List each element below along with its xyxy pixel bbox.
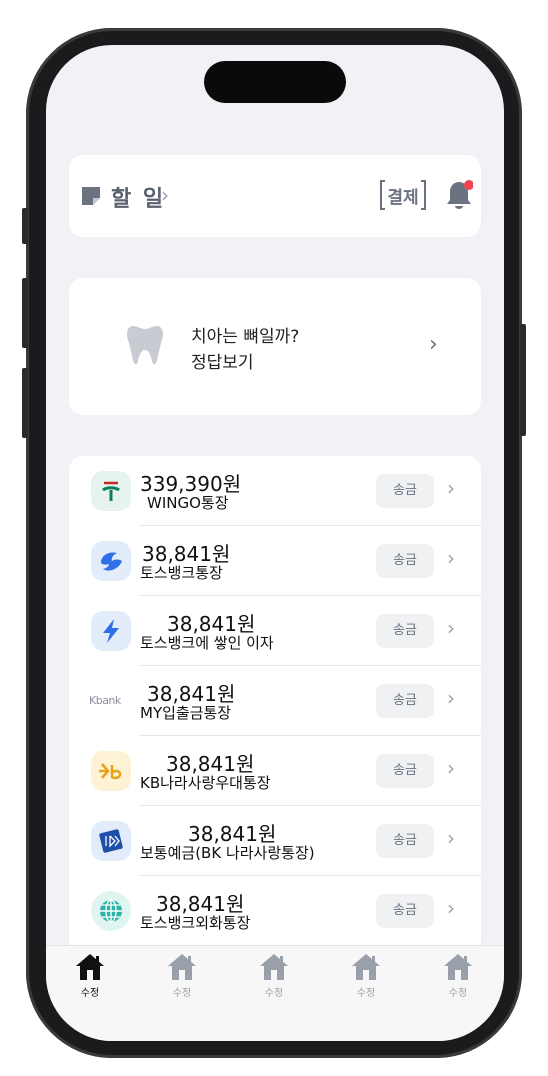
tab-label: 수정 (448, 988, 468, 999)
lightning-icon (91, 611, 131, 651)
tab-label: 수정 (80, 988, 100, 999)
toss-bank-logo-icon (91, 541, 131, 581)
home-icon (352, 954, 380, 980)
tab-home-5[interactable]: 수정 (428, 952, 488, 999)
chevron-right-icon: › (447, 616, 455, 640)
send-button[interactable]: 송금 (376, 474, 434, 508)
chevron-right-icon: › (447, 686, 455, 710)
send-button[interactable]: 송금 (376, 544, 434, 578)
account-name: WINGO통장 (147, 494, 229, 512)
kbank-logo-icon: Kbank (89, 694, 121, 707)
phone-screen: 할 일 › 결제 치아는 뼈일까? 정답보기 › 339,390원 WINGO통… (46, 45, 504, 1041)
chevron-right-icon: › (447, 756, 455, 780)
todo-link[interactable]: 할 일 › (69, 155, 189, 237)
home-icon (444, 954, 472, 980)
tab-home-1[interactable]: 수정 (60, 952, 120, 999)
tab-home-2[interactable]: 수정 (152, 952, 212, 999)
header-card: 할 일 › 결제 (69, 155, 481, 237)
account-row[interactable]: 38,841원 토스뱅크외화통장 송금 › (69, 876, 481, 946)
tab-label: 수정 (172, 988, 192, 999)
account-name: 보통예금(BK 나라사랑통장) (140, 844, 315, 862)
note-icon (82, 187, 100, 205)
account-row[interactable]: 38,841원 보통예금(BK 나라사랑통장) 송금 › (69, 806, 481, 876)
home-icon (168, 954, 196, 980)
tooth-icon (127, 326, 163, 365)
side-button-volume-up (22, 278, 28, 348)
chevron-right-icon: › (447, 546, 455, 570)
send-button[interactable]: 송금 (376, 754, 434, 788)
home-icon (260, 954, 288, 980)
globe-icon (91, 891, 131, 931)
wingo-logo-icon (91, 471, 131, 511)
home-icon (76, 954, 104, 980)
pay-label: 결제 (387, 188, 419, 208)
tab-label: 수정 (356, 988, 376, 999)
kb-logo-icon (91, 751, 131, 791)
tab-bar: 수정 수정 수정 수정 수정 (46, 945, 504, 1041)
send-button[interactable]: 송금 (376, 894, 434, 928)
ibk-logo-icon (91, 821, 131, 861)
account-name: 토스뱅크에 쌓인 이자 (140, 634, 274, 652)
tab-home-4[interactable]: 수정 (336, 952, 396, 999)
account-row[interactable]: 38,841원 토스뱅크통장 송금 › (69, 526, 481, 596)
pay-button[interactable]: 결제 (379, 179, 427, 211)
quiz-card[interactable]: 치아는 뼈일까? 정답보기 › (69, 278, 481, 415)
send-button[interactable]: 송금 (376, 684, 434, 718)
dynamic-island (204, 61, 346, 103)
send-button[interactable]: 송금 (376, 824, 434, 858)
chevron-right-icon: › (447, 476, 455, 500)
chevron-right-icon: › (429, 332, 438, 357)
send-button[interactable]: 송금 (376, 614, 434, 648)
account-name: 토스뱅크외화통장 (140, 914, 251, 932)
accounts-card: 339,390원 WINGO통장 송금 › 38,841원 토스뱅크통장 송금 … (69, 456, 481, 956)
account-name: 토스뱅크통장 (140, 564, 223, 582)
side-button-power (520, 324, 526, 436)
account-row[interactable]: 38,841원 토스뱅크에 쌓인 이자 송금 › (69, 596, 481, 666)
side-button-volume-down (22, 368, 28, 438)
quiz-title: 치아는 뼈일까? (191, 327, 300, 347)
chevron-right-icon: › (447, 896, 455, 920)
tab-label: 수정 (264, 988, 284, 999)
tab-home-3[interactable]: 수정 (244, 952, 304, 999)
account-row[interactable]: 38,841원 KB나라사랑우대통장 송금 › (69, 736, 481, 806)
side-button-action (22, 208, 28, 244)
chevron-right-icon: › (447, 826, 455, 850)
quiz-answer-link: 정답보기 (191, 353, 254, 373)
account-name: KB나라사랑우대통장 (140, 774, 271, 792)
chevron-right-icon: › (161, 183, 169, 207)
account-row[interactable]: Kbank 38,841원 MY입출금통장 송금 › (69, 666, 481, 736)
bell-icon[interactable] (445, 179, 473, 211)
account-name: MY입출금통장 (140, 704, 232, 722)
todo-label: 할 일 (111, 187, 166, 212)
account-row[interactable]: 339,390원 WINGO통장 송금 › (69, 456, 481, 526)
